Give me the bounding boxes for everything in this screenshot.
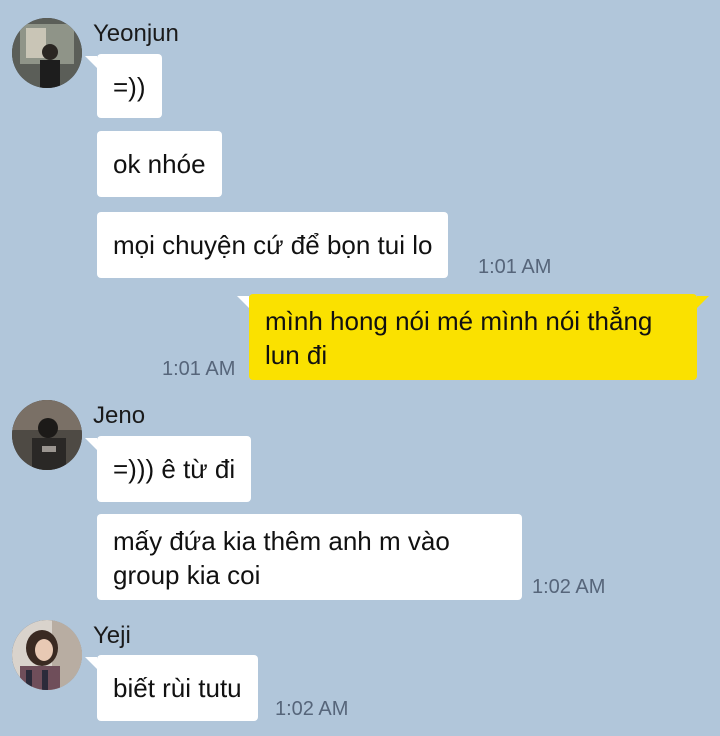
message-timestamp: 1:01 AM (162, 358, 236, 380)
avatar-photo-icon (12, 400, 82, 470)
message-timestamp: 1:02 AM (532, 576, 606, 598)
avatar-yeji[interactable] (12, 620, 82, 690)
avatar-jeno[interactable] (12, 400, 82, 470)
message-bubble[interactable]: ok nhóe (97, 131, 222, 197)
message-bubble[interactable]: biết rùi tutu (85, 655, 258, 721)
avatar-yeonjun[interactable] (12, 18, 82, 88)
avatar-photo-icon (12, 620, 82, 690)
message-bubble[interactable]: mấy đứa kia thêm anh m vào group kia coi (97, 514, 522, 600)
message-timestamp: 1:02 AM (275, 698, 349, 720)
message-bubble[interactable]: mọi chuyện cứ để bọn tui lo (97, 212, 449, 278)
sender-name: Yeji (93, 622, 131, 649)
my-message-bubble[interactable]: mình hong nói mé mình nói thẳng lun đi (237, 294, 709, 380)
sender-name: Yeonjun (93, 20, 179, 47)
avatar-photo-icon (12, 18, 82, 88)
message-bubble[interactable]: =))) ê từ đi (84, 436, 252, 502)
message-timestamp: 1:01 AM (478, 256, 552, 278)
message-bubble[interactable]: =)) (85, 54, 162, 118)
sender-name: Jeno (93, 402, 146, 429)
